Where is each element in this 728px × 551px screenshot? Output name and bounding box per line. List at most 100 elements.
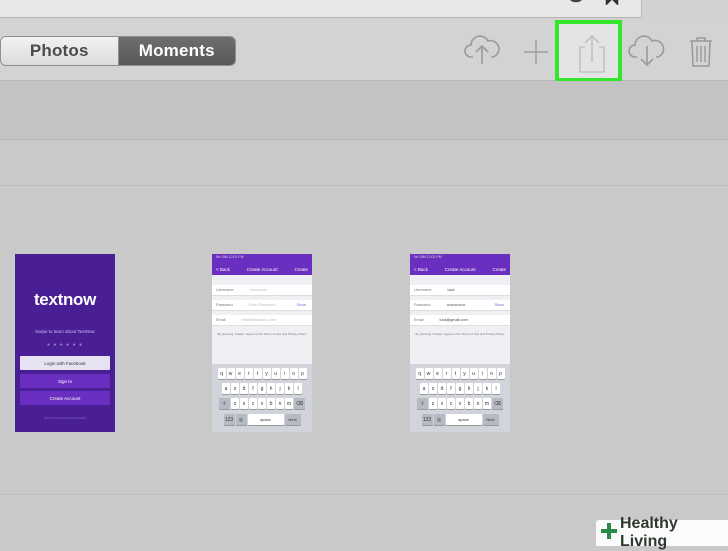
header-band [0,81,728,140]
form-nav: < Back Create Account Create [410,263,510,275]
space-key: space [247,414,284,425]
password-label: Password [414,303,431,307]
keyboard-key: t [451,368,460,379]
form-header: No SIM 12:01 PM < Back Create Account Cr… [410,254,510,275]
email-value: tuck@gmail.com [439,318,468,322]
keyboard-key: a [420,383,428,394]
email-row: Email tuck@gmail.com [410,315,510,326]
facebook-login-button: Login with Facebook [20,356,110,370]
show-label: Show [494,303,505,307]
next-key: Next [482,414,499,425]
keyboard-key: l [294,383,302,394]
keyboard-key: v [456,398,464,409]
keyboard-row-3: ⇧ z x c v b n m ⌫ [410,398,510,410]
back-label: < Back [216,266,230,272]
cloud-download-icon[interactable] [628,32,666,75]
next-key: Next [284,414,301,425]
form-header: No SIM 12:01 PM < Back Create Account Cr… [212,254,312,275]
keyboard-key: d [240,383,248,394]
terms-text: By pressing 'Create' I agree to the Term… [415,332,505,336]
password-row: Password Enter Password Show [212,300,312,311]
keyboard-row-4: 123 ◎ space Next [212,414,312,426]
share-button-highlight [555,20,622,82]
username-label: Username [414,288,432,292]
keyboard-key: b [267,398,275,409]
keyboard-key: h [465,383,473,394]
password-value: Enter Password [248,303,276,307]
form-title: Create Account [246,266,278,272]
keyboard-key: c [447,398,455,409]
keyboard-key: j [474,383,482,394]
keyboard-row-4: 123 ◎ space Next [410,414,510,426]
keyboard-key: y [262,368,271,379]
keyboard-key: ⇧ [417,398,428,409]
keyboard-key: s [429,383,437,394]
keyboard-key: p [298,368,307,379]
keyboard-key: y [460,368,469,379]
keyboard-key: u [469,368,478,379]
keyboard-key: i [478,368,487,379]
keyboard-key: x [240,398,248,409]
textnow-footer: Terms of Service Privacy Policy [44,416,86,420]
globe-icon: ◎ [433,414,445,425]
page-dots: ● ● ● ● ● ● [46,342,84,348]
photo-thumbnail-form-empty[interactable]: No SIM 12:01 PM < Back Create Account Cr… [212,254,312,432]
textnow-tagline: Swipe to learn about TextNow [35,329,95,334]
info-icon[interactable] [566,0,586,8]
keyboard-key: f [249,383,257,394]
space-key: space [445,414,482,425]
username-value: tuck [447,288,455,292]
email-label: Email [216,318,226,322]
keyboard-key: o [487,368,496,379]
keyboard-key: h [267,383,275,394]
keyboard-key: p [496,368,505,379]
keyboard-row-1: qwertyuiop [410,368,510,380]
url-field[interactable]: s oos [0,0,642,18]
keyboard-key: l [492,383,500,394]
back-label: < Back [414,266,428,272]
keyboard-key: b [465,398,473,409]
keyboard-key: g [258,383,266,394]
healthy-living-watermark: Healthy Living [596,515,728,550]
form-nav: < Back Create Account Create [212,263,312,275]
password-row: Password •••••••••••••• Show [410,300,510,311]
username-value: Username [249,288,268,292]
view-segmented-control: Photos Moments [0,36,236,66]
sign-in-button: Sign In [20,374,110,388]
numbers-key: 123 [223,414,235,425]
keyboard-key: f [447,383,455,394]
add-icon[interactable] [522,38,550,71]
keyboard-key: z [231,398,239,409]
moments-tab[interactable]: Moments [118,37,235,65]
keyboard-key: e [433,368,442,379]
email-value: email@address.com [241,318,277,322]
keyboard-key: u [271,368,280,379]
keyboard-key: n [474,398,482,409]
cloud-upload-icon[interactable] [464,32,500,71]
keyboard-key: k [483,383,491,394]
username-label: Username [216,288,234,292]
terms-text: By pressing 'Create' I agree to the Term… [217,332,307,336]
keyboard-key: q [415,368,424,379]
keyboard-key: i [280,368,289,379]
trash-icon[interactable] [688,36,714,73]
keyboard-key: q [217,368,226,379]
form-title: Create Account [444,266,476,272]
keyboard-key: v [258,398,266,409]
keyboard-key: ⌫ [492,398,503,409]
bookmark-icon[interactable] [605,0,619,10]
plus-leaf-icon [600,522,618,545]
globe-icon: ◎ [235,414,247,425]
keyboard-key: d [438,383,446,394]
keyboard-row-3: ⇧ z x c v b n m ⌫ [212,398,312,410]
keyboard-key: w [226,368,235,379]
show-label: Show [296,303,307,307]
photo-thumbnail-form-filled[interactable]: No SIM 12:01 PM < Back Create Account Cr… [410,254,510,432]
keyboard-key: r [244,368,253,379]
keyboard-row-2: asdfghjkl [212,383,312,395]
photos-tab[interactable]: Photos [1,37,119,65]
create-label: Create [492,266,506,272]
photo-thumbnail-textnow[interactable]: textnow Swipe to learn about TextNow ● ●… [15,254,115,432]
email-row: Email email@address.com [212,315,312,326]
keyboard-row-2: asdfghjkl [410,383,510,395]
